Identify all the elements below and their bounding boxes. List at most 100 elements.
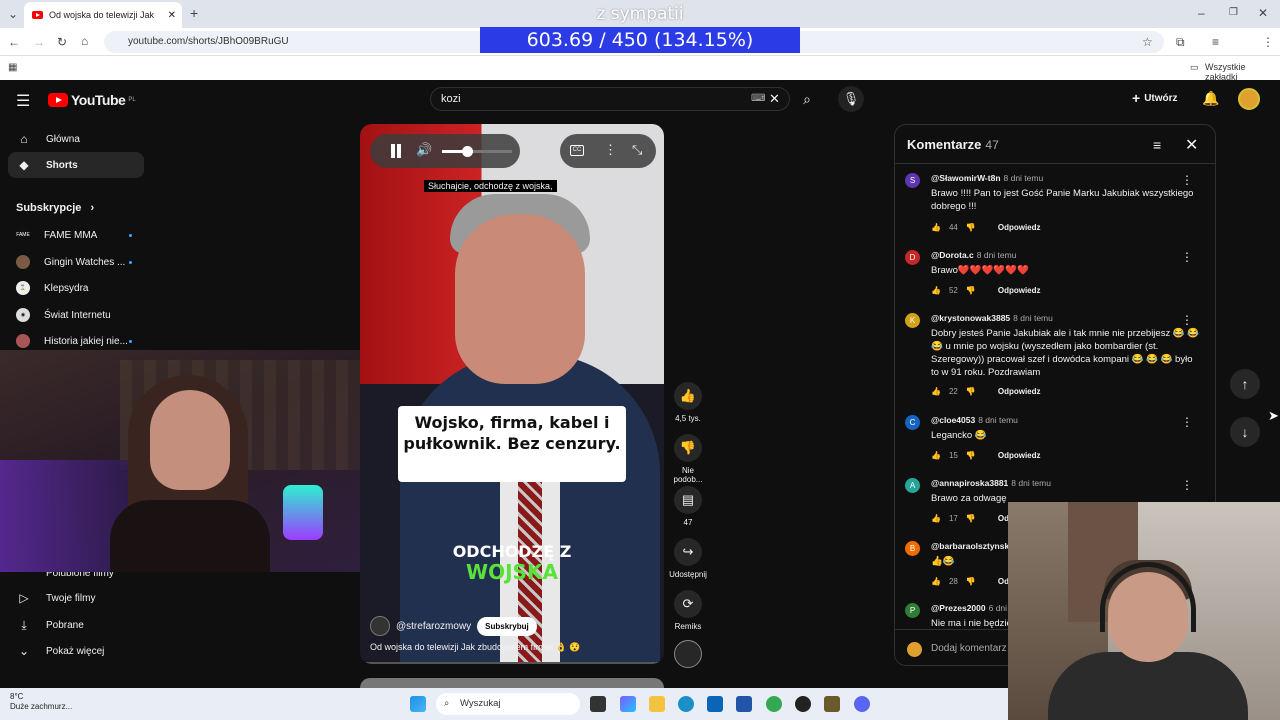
reply-button[interactable]: Odpowiedz	[998, 223, 1041, 232]
clear-search-icon[interactable]: ✕	[769, 88, 780, 110]
channel-name[interactable]: @strefarozmowy	[396, 621, 471, 632]
task-view-icon[interactable]	[590, 696, 606, 712]
comment-menu-icon[interactable]: ⋮	[1181, 313, 1193, 327]
bookmark-star-icon[interactable]: ☆	[1142, 35, 1153, 49]
comments-button[interactable]: ▤ 47	[668, 486, 708, 527]
all-bookmarks-link[interactable]: Wszystkie zakładki	[1205, 62, 1280, 82]
app-icon[interactable]	[824, 696, 840, 712]
share-button[interactable]: ↪ Udostępnij	[668, 538, 708, 579]
chrome-icon[interactable]	[766, 696, 782, 712]
tab-list-icon[interactable]: ⌄	[8, 7, 18, 21]
comment-author[interactable]: @krystonowak3885 8 dni temu	[931, 313, 1053, 323]
reply-button[interactable]: Odpowiedz	[998, 286, 1041, 295]
taskbar-search[interactable]: ⌕ Wyszukaj	[436, 693, 580, 715]
extensions-icon[interactable]: ⧉	[1176, 35, 1185, 49]
comment-author[interactable]: @cloe4053 8 dni temu	[931, 415, 1018, 425]
pause-icon[interactable]	[388, 143, 404, 159]
sidebar-item-your-videos[interactable]: ▷ Twoje filmy	[8, 585, 144, 611]
comment-author[interactable]: @Prezes2000 6 dni t	[931, 603, 1012, 613]
volume-icon[interactable]: 🔊	[416, 142, 432, 158]
comment-avatar[interactable]: B	[905, 541, 920, 556]
volume-knob[interactable]	[461, 146, 473, 157]
like-icon[interactable]: 👍	[931, 223, 941, 232]
new-tab-icon[interactable]: +	[190, 6, 198, 20]
dislike-icon[interactable]: 👎	[966, 387, 976, 396]
edge-icon[interactable]	[678, 696, 694, 712]
close-comments-icon[interactable]: ✕	[1185, 135, 1198, 155]
keyboard-icon[interactable]: ⌨	[751, 88, 765, 110]
minimize-icon[interactable]: –	[1198, 6, 1205, 20]
captions-icon[interactable]: CC	[570, 145, 584, 156]
forward-icon[interactable]: →	[33, 35, 45, 49]
like-icon[interactable]: 👍	[931, 577, 941, 586]
comment-avatar[interactable]: C	[905, 415, 920, 430]
like-button[interactable]: 👍 4,5 tys.	[668, 382, 708, 423]
dislike-icon[interactable]: 👎	[966, 451, 976, 460]
dislike-icon[interactable]: 👎	[966, 286, 976, 295]
dislike-icon[interactable]: 👎	[966, 223, 976, 232]
back-icon[interactable]: ←	[8, 35, 20, 49]
short-video-player[interactable]: 🔊 CC ⋮ ⤡ Słuchajcie, odchodzę z wojska, …	[360, 124, 664, 664]
media-icon[interactable]: ≡	[1212, 35, 1219, 49]
comment-menu-icon[interactable]: ⋮	[1181, 250, 1193, 264]
copilot-icon[interactable]	[620, 696, 636, 712]
comment-avatar[interactable]: P	[905, 603, 920, 618]
comment-author[interactable]: @Dorota.c 8 dni temu	[931, 250, 1016, 260]
sidebar-sub-fame-mma[interactable]: FAME FAME MMA	[8, 222, 144, 248]
subscribe-button[interactable]: Subskrybuj	[477, 616, 537, 636]
more-vertical-icon[interactable]: ⋮	[604, 142, 617, 158]
like-icon[interactable]: 👍	[931, 286, 941, 295]
sound-button[interactable]	[668, 640, 708, 672]
video-progress-bar[interactable]	[364, 662, 660, 664]
sidebar-item-shorts[interactable]: ◆ Shorts	[8, 152, 144, 178]
outlook-icon[interactable]	[707, 696, 723, 712]
comment-author[interactable]: @SławomirW-t8n 8 dni temu	[931, 173, 1043, 183]
reply-button[interactable]: Odpowiedz	[998, 387, 1041, 396]
comment-avatar[interactable]: D	[905, 250, 920, 265]
sidebar-sub-swiat-internetu[interactable]: ◉ Świat Internetu	[8, 302, 144, 328]
channel-avatar[interactable]	[370, 616, 390, 636]
reply-button[interactable]: Odpowiedz	[998, 451, 1041, 460]
voice-search-button[interactable]: 🎙	[838, 86, 864, 112]
sort-icon[interactable]: ≡	[1153, 137, 1161, 153]
like-icon[interactable]: 👍	[931, 514, 941, 523]
store-icon[interactable]	[736, 696, 752, 712]
discord-icon[interactable]	[854, 696, 870, 712]
dislike-icon[interactable]: 👎	[966, 577, 976, 586]
weather-widget[interactable]: 8°C Duże zachmurz...	[10, 692, 72, 712]
comment-menu-icon[interactable]: ⋮	[1181, 173, 1193, 187]
comment-avatar[interactable]: S	[905, 173, 920, 188]
file-explorer-icon[interactable]	[649, 696, 665, 712]
comment-avatar[interactable]: A	[905, 478, 920, 493]
sidebar-item-home[interactable]: ⌂ Główna	[8, 126, 144, 152]
youtube-logo[interactable]: YouTube PL	[48, 92, 136, 108]
volume-slider[interactable]	[442, 146, 512, 157]
like-icon[interactable]: 👍	[931, 451, 941, 460]
dislike-icon[interactable]: 👎	[966, 514, 976, 523]
sidebar-item-downloads[interactable]: ⤓ Pobrane	[8, 612, 144, 638]
create-button[interactable]: + Utwórz	[1132, 90, 1178, 106]
reload-icon[interactable]: ↻	[57, 35, 67, 49]
comment-author[interactable]: @annapiroska3881 8 dni temu	[931, 478, 1051, 488]
tab-close-icon[interactable]: ✕	[168, 10, 176, 21]
apps-icon[interactable]: ▦	[8, 61, 17, 75]
next-short-button[interactable]: ↓	[1230, 417, 1260, 447]
dislike-button[interactable]: 👎 Nie podob...	[668, 434, 708, 484]
sidebar-sub-klepsydra[interactable]: ⌛ Klepsydra	[8, 275, 144, 301]
search-input[interactable]: kozi ⌨ ✕	[430, 87, 790, 111]
video-title[interactable]: Od wojska do telewizji Jak zbudowałem fi…	[370, 642, 581, 653]
browser-tab[interactable]: Od wojska do telewizji Jak ✕	[24, 2, 182, 28]
obs-icon[interactable]	[795, 696, 811, 712]
hamburger-menu-icon[interactable]: ☰	[16, 91, 30, 111]
subscriptions-header[interactable]: Subskrypcje ›	[16, 202, 94, 214]
comment-avatar[interactable]: K	[905, 313, 920, 328]
browser-menu-icon[interactable]: ⋮	[1262, 35, 1274, 49]
windows-start-icon[interactable]	[410, 696, 426, 712]
restore-icon[interactable]: ❐	[1229, 6, 1238, 20]
window-close-icon[interactable]: ✕	[1258, 6, 1268, 20]
sidebar-item-show-more[interactable]: ⌄ Pokaż więcej	[8, 638, 144, 664]
user-avatar[interactable]	[1238, 88, 1260, 110]
fullscreen-icon[interactable]: ⤡	[632, 142, 642, 158]
comment-author[interactable]: @barbaraolsztynska	[931, 541, 1017, 551]
like-icon[interactable]: 👍	[931, 387, 941, 396]
